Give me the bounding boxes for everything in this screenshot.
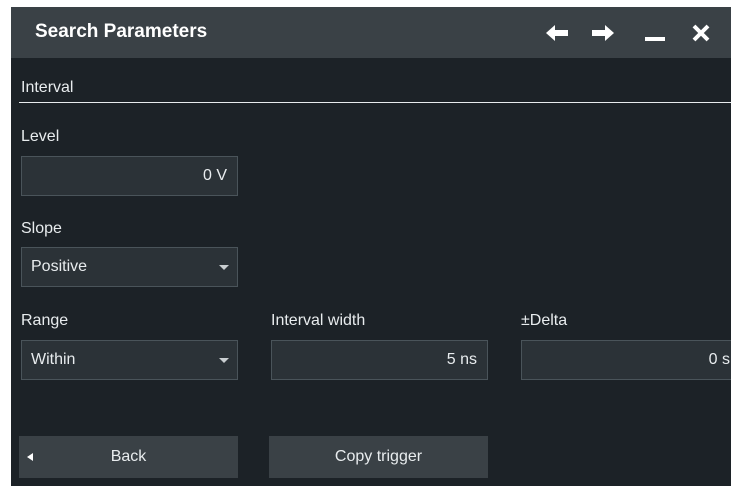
arrow-left-icon — [546, 25, 568, 41]
range-value: Within — [31, 351, 76, 368]
delta-label: ±Delta — [521, 312, 568, 329]
minimize-button[interactable] — [637, 15, 673, 51]
chevron-down-icon — [219, 265, 229, 270]
dialog-title: Search Parameters — [35, 21, 208, 42]
close-button[interactable] — [683, 15, 719, 51]
interval-width-value: 5 ns — [446, 351, 477, 368]
minimize-icon — [645, 37, 665, 41]
level-label: Level — [21, 128, 60, 145]
slope-dropdown[interactable]: Positive — [21, 247, 238, 287]
back-button-label: Back — [110, 448, 147, 465]
level-input[interactable]: 0 V — [21, 156, 238, 196]
delta-input[interactable]: 0 s — [521, 340, 731, 380]
forward-nav-button[interactable] — [585, 15, 621, 51]
chevron-down-icon — [219, 358, 229, 363]
section-heading: Interval — [21, 79, 74, 96]
slope-value: Positive — [31, 258, 88, 275]
copy-trigger-label: Copy trigger — [334, 448, 423, 465]
back-nav-button[interactable] — [539, 15, 575, 51]
copy-trigger-button[interactable]: Copy trigger — [269, 436, 488, 478]
section-divider — [19, 102, 731, 103]
delta-value: 0 s — [708, 351, 730, 368]
interval-width-input[interactable]: 5 ns — [271, 340, 488, 380]
arrow-right-icon — [592, 25, 614, 41]
interval-width-label: Interval width — [271, 312, 366, 329]
range-label: Range — [21, 312, 69, 329]
slope-label: Slope — [21, 220, 62, 237]
search-parameters-dialog: Search Parameters Interval Level 0 V Slo… — [11, 7, 731, 486]
range-dropdown[interactable]: Within — [21, 340, 238, 380]
level-value: 0 V — [202, 167, 227, 184]
close-icon — [692, 24, 710, 42]
title-bar: Search Parameters — [11, 7, 731, 58]
back-button[interactable]: Back — [19, 436, 238, 478]
triangle-left-icon — [27, 453, 33, 461]
